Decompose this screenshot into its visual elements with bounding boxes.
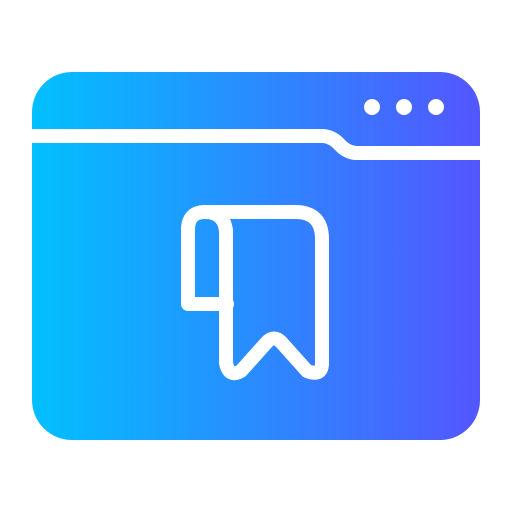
icon-svg [32,72,480,440]
window-menu-dots [364,99,444,115]
browser-window [32,72,480,440]
menu-dot-icon [396,99,412,115]
browser-bookmark-icon [0,0,512,512]
menu-dot-icon [428,99,444,115]
menu-dot-icon [364,99,380,115]
